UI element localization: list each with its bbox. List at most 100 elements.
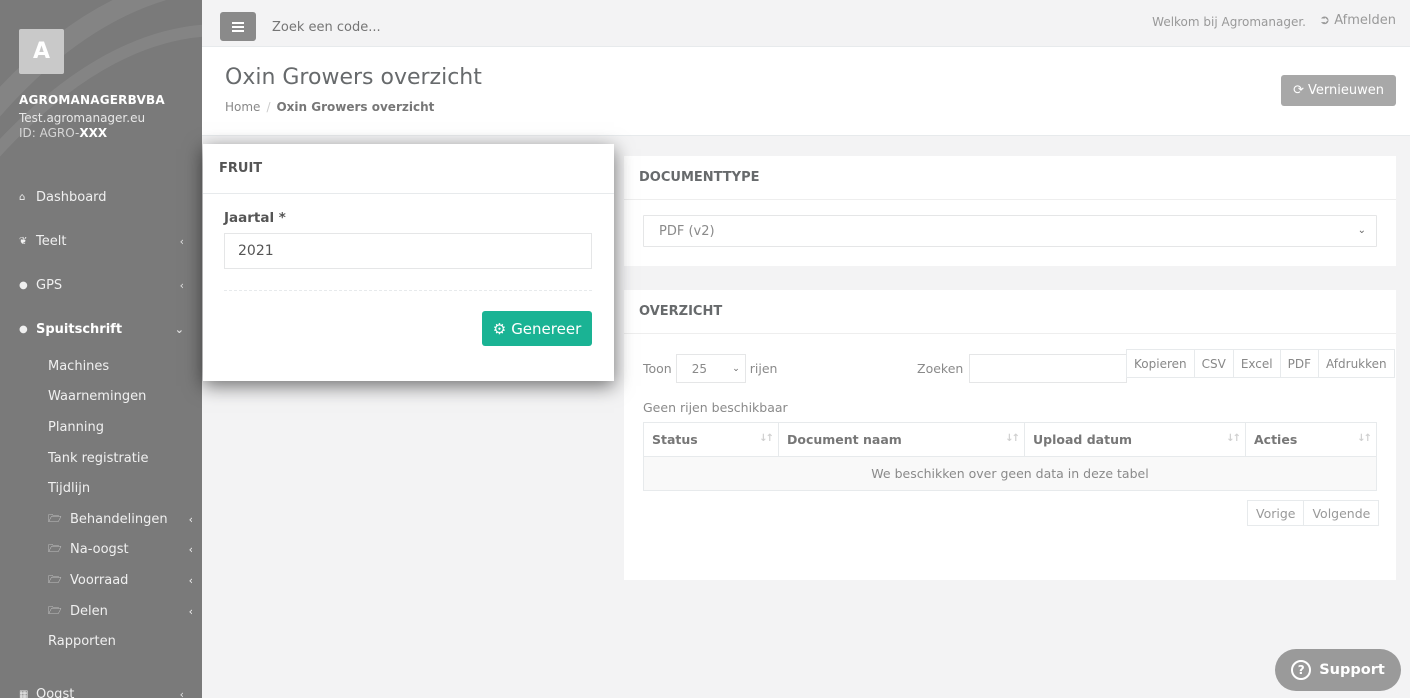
map-marker-icon: ●	[19, 279, 28, 291]
folder-open-icon: 🗁	[48, 542, 62, 556]
table-search: Zoeken	[917, 354, 1128, 383]
sidebar-item-label: Waarnemingen	[48, 389, 147, 405]
chevron-left-icon: ‹	[188, 512, 193, 526]
column-header-acties[interactable]: Acties ↓↑	[1245, 422, 1377, 457]
logout-label: Afmelden	[1334, 13, 1396, 28]
sidebar-item-label: GPS	[36, 277, 63, 293]
generate-label: Genereer	[511, 319, 582, 338]
documenttype-select[interactable]: PDF (v2) ⌄	[643, 215, 1377, 247]
sidebar-item-label: Spuitschrift	[36, 321, 123, 337]
folder-open-icon: 🗁	[48, 572, 62, 586]
sidebar-subitem-waarnemingen[interactable]: Waarnemingen	[0, 382, 202, 413]
sort-icon: ↓↑	[1357, 433, 1372, 444]
chevron-left-icon: ‹	[188, 543, 193, 557]
sidebar-item-label: Planning	[48, 419, 104, 435]
refresh-icon: ⟳	[1293, 83, 1305, 98]
sidebar-item-spuitschrift[interactable]: ● Spuitschrift ⌄	[0, 307, 202, 351]
sidebar-subitem-planning[interactable]: Planning	[0, 412, 202, 443]
column-label: Status	[652, 432, 698, 447]
breadcrumb: Home / Oxin Growers overzicht	[225, 100, 434, 114]
sign-out-icon: ➲	[1319, 13, 1331, 28]
table-row-empty: We beschikken over geen data in deze tab…	[643, 456, 1377, 491]
modal-title: FRUIT	[203, 144, 614, 194]
page-header: Oxin Growers overzicht Home / Oxin Growers…	[202, 47, 1410, 136]
modal-divider	[224, 290, 592, 291]
support-button[interactable]: ? Support	[1275, 649, 1401, 691]
folder-open-icon: 🗁	[48, 511, 62, 525]
previous-page-button[interactable]: Vorige	[1247, 500, 1305, 526]
table-info: Geen rijen beschikbaar	[643, 400, 788, 415]
page-title: Oxin Growers overzicht	[225, 65, 482, 90]
sidebar-subitem-delen[interactable]: 🗁 Delen ‹	[0, 596, 202, 627]
home-icon: ⌂	[19, 191, 26, 203]
topbar: Welkom bij Agromanager. ➲ Afmelden	[202, 0, 1410, 47]
sidebar-subitem-rapporten[interactable]: Rapporten	[0, 626, 202, 657]
jaartal-label: Jaartal *	[224, 210, 286, 226]
support-label: Support	[1319, 662, 1385, 678]
generate-button[interactable]: ⚙ Genereer	[482, 311, 592, 346]
sidebar-item-label: Behandelingen	[70, 511, 168, 527]
sidebar-item-label: Tijdlijn	[48, 481, 91, 497]
csv-button[interactable]: CSV	[1193, 349, 1234, 378]
sidebar-item-label: Delen	[70, 603, 108, 619]
sidebar-item-gps[interactable]: ● GPS ‹	[0, 263, 202, 307]
basket-icon: ▦	[19, 689, 29, 698]
column-label: Upload datum	[1033, 432, 1132, 447]
sidebar-item-teelt[interactable]: ❦ Teelt ‹	[0, 219, 202, 263]
chevron-left-icon: ‹	[179, 278, 184, 292]
page-length-control: Toon 25 ⌄ rijen	[643, 354, 777, 383]
column-header-upload-datum[interactable]: Upload datum ↓↑	[1024, 422, 1246, 457]
empty-table-message: We beschikken over geen data in deze tab…	[643, 456, 1377, 491]
question-icon: ?	[1291, 660, 1312, 680]
sidebar-subitem-tijdlijn[interactable]: Tijdlijn	[0, 473, 202, 504]
sidebar-subitem-na-oogst[interactable]: 🗁 Na-oogst ‹	[0, 535, 202, 566]
documents-table: Status ↓↑ Document naam ↓↑ Upload datum ↓↑ …	[643, 422, 1377, 491]
customer-id-prefix: ID: AGRO-	[19, 126, 80, 140]
breadcrumb-separator: /	[266, 100, 271, 114]
sidebar-item-dashboard[interactable]: ⌂ Dashboard	[0, 175, 202, 219]
sidebar-item-oogst[interactable]: ▦ Oogst ‹	[0, 673, 202, 698]
print-button[interactable]: Afdrukken	[1318, 349, 1395, 378]
sidebar-subitem-voorraad[interactable]: 🗁 Voorraad ‹	[0, 565, 202, 596]
breadcrumb-home[interactable]: Home	[225, 100, 260, 114]
page-length-value: 25	[691, 361, 708, 376]
sidebar: A AGROMANAGERBVBA Test.agromanager.eu ID…	[0, 0, 202, 698]
toon-label: Toon	[643, 361, 672, 376]
rijen-label: rijen	[749, 361, 778, 376]
code-search-input[interactable]	[272, 14, 572, 40]
chevron-down-icon: ⌄	[732, 363, 740, 374]
welcome-text: Welkom bij Agromanager.	[1152, 15, 1306, 29]
sidebar-item-label: Dashboard	[36, 189, 107, 205]
page-length-select[interactable]: 25 ⌄	[675, 354, 746, 383]
next-page-button[interactable]: Volgende	[1303, 500, 1380, 526]
sidebar-item-label: Rapporten	[48, 634, 116, 650]
sort-icon: ↓↑	[1226, 433, 1241, 444]
customer-id-value: XXX	[79, 126, 108, 140]
excel-button[interactable]: Excel	[1232, 349, 1281, 378]
jaartal-input[interactable]: 2021	[224, 233, 592, 269]
table-search-input[interactable]	[969, 354, 1128, 383]
pdf-button[interactable]: PDF	[1279, 349, 1320, 378]
chevron-left-icon: ‹	[179, 688, 184, 698]
site-name: Test.agromanager.eu	[19, 111, 146, 125]
sidebar-subitem-tank-registratie[interactable]: Tank registratie	[0, 443, 202, 474]
refresh-label: Vernieuwen	[1308, 83, 1384, 98]
overview-title: OVERZICHT	[624, 290, 1396, 334]
column-label: Acties	[1254, 432, 1298, 447]
refresh-button[interactable]: ⟳ Vernieuwen	[1281, 75, 1396, 106]
sidebar-item-label: Na-oogst	[70, 542, 129, 558]
chevron-down-icon: ⌄	[1357, 225, 1366, 236]
column-header-document-naam[interactable]: Document naam ↓↑	[778, 422, 1025, 457]
chevron-left-icon: ‹	[179, 234, 184, 248]
column-header-status[interactable]: Status ↓↑	[643, 422, 779, 457]
sidebar-subitem-behandelingen[interactable]: 🗁 Behandelingen ‹	[0, 504, 202, 535]
sidebar-subitem-machines[interactable]: Machines	[0, 351, 202, 382]
menu-toggle-button[interactable]	[220, 12, 256, 41]
logout-link[interactable]: ➲ Afmelden	[1319, 13, 1396, 28]
company-name: AGROMANAGERBVBA	[19, 93, 165, 107]
copy-button[interactable]: Kopieren	[1126, 349, 1195, 378]
leaf-icon: ❦	[19, 235, 28, 247]
cogs-icon: ⚙	[492, 319, 507, 338]
avatar[interactable]: A	[19, 29, 64, 74]
sidebar-item-label: Voorraad	[70, 572, 129, 588]
